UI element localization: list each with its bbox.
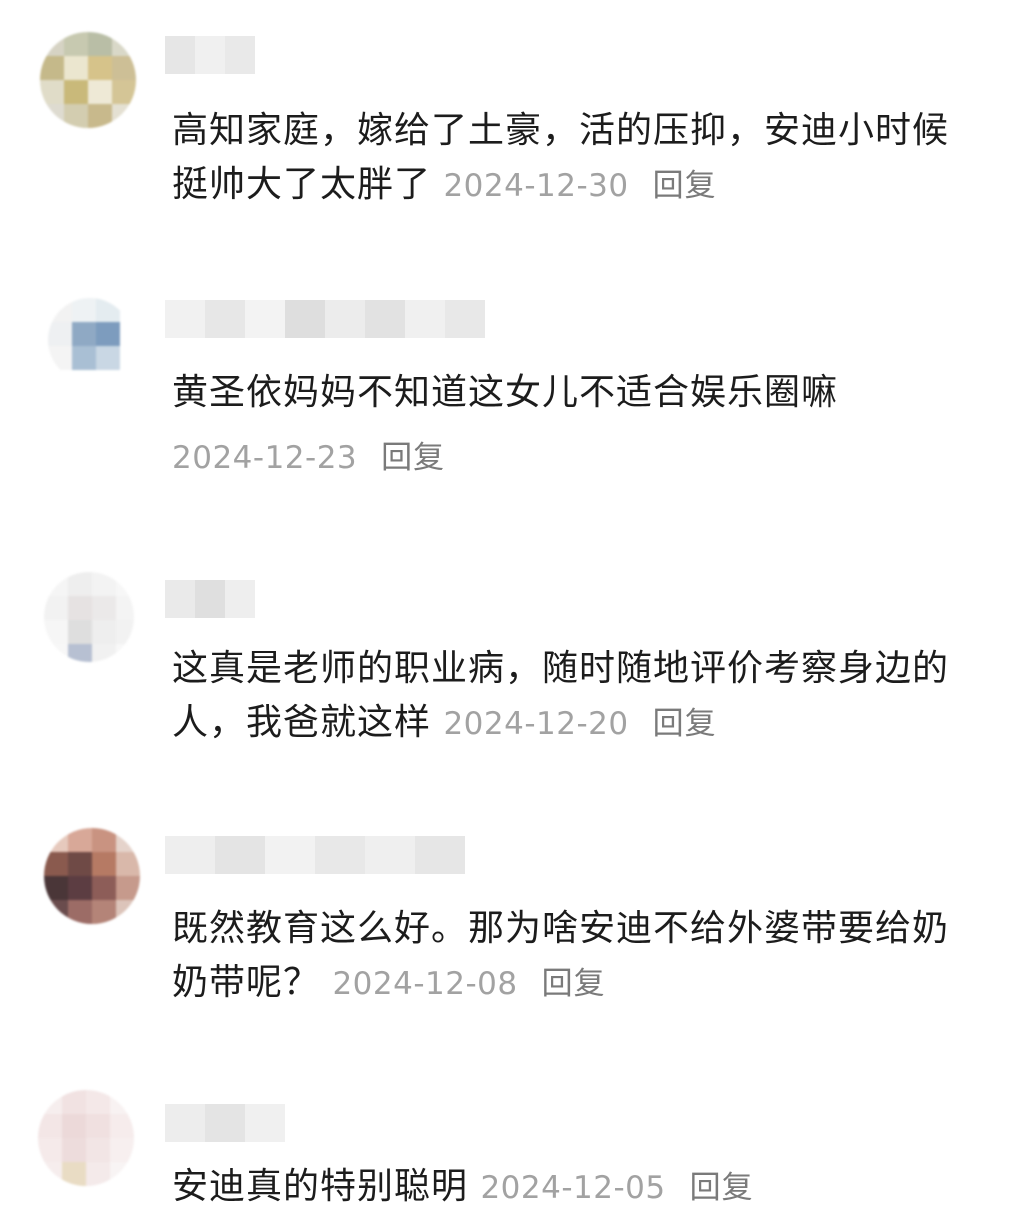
reply-button[interactable]: 回复 bbox=[653, 706, 717, 742]
avatar[interactable] bbox=[44, 828, 140, 924]
avatar[interactable] bbox=[44, 572, 134, 662]
reply-button[interactable]: 回复 bbox=[653, 168, 717, 204]
comment-text: 安迪真的特别聪明 2024-12-05 回复 bbox=[172, 1160, 972, 1215]
username[interactable] bbox=[165, 36, 255, 74]
avatar[interactable] bbox=[48, 298, 132, 382]
username[interactable] bbox=[165, 580, 255, 618]
comment-text: 高知家庭，嫁给了土豪，活的压抑，安迪小时候挺帅大了太胖了 2024-12-30 回… bbox=[172, 104, 972, 213]
username[interactable] bbox=[165, 836, 465, 874]
comment-text: 这真是老师的职业病，随时随地评价考察身边的人，我爸就这样 2024-12-20 回… bbox=[172, 642, 972, 751]
comment-meta: 2024-12-23 回复 bbox=[172, 430, 972, 485]
username[interactable] bbox=[165, 1104, 285, 1142]
comment-date: 2024-12-20 bbox=[443, 706, 629, 742]
comment-date: 2024-12-23 bbox=[172, 440, 358, 476]
avatar[interactable] bbox=[38, 1090, 134, 1186]
avatar[interactable] bbox=[40, 32, 136, 128]
reply-button[interactable]: 回复 bbox=[542, 966, 606, 1002]
reply-button[interactable]: 回复 bbox=[690, 1170, 754, 1206]
comment-text: 既然教育这么好。那为啥安迪不给外婆带要给奶奶带呢？ 2024-12-08 回复 bbox=[172, 902, 972, 1011]
comment-date: 2024-12-05 bbox=[480, 1170, 666, 1206]
comment-text: 黄圣依妈妈不知道这女儿不适合娱乐圈嘛 bbox=[172, 366, 972, 420]
comment-content: 黄圣依妈妈不知道这女儿不适合娱乐圈嘛 bbox=[172, 372, 839, 413]
username[interactable] bbox=[165, 300, 485, 338]
comment-content: 安迪真的特别聪明 bbox=[172, 1166, 481, 1207]
reply-button[interactable]: 回复 bbox=[381, 440, 445, 476]
comment-date: 2024-12-30 bbox=[443, 168, 629, 204]
comment-date: 2024-12-08 bbox=[332, 966, 518, 1002]
